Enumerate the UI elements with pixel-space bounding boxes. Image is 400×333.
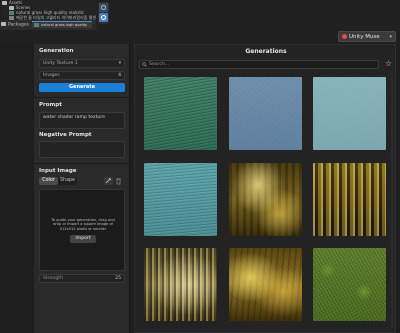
prompt-title: Prompt <box>39 102 62 108</box>
folder-icon <box>1 22 6 26</box>
selected-asset-tab[interactable]: natural grass high quality <box>32 21 92 28</box>
generations-title: Generations <box>245 48 287 55</box>
generation-tile-5[interactable] <box>229 163 302 236</box>
muse-label: Unity Muse <box>349 34 380 40</box>
muse-logo-icon <box>342 34 347 39</box>
move-icon <box>101 15 106 20</box>
divider <box>34 163 130 164</box>
images-count-field[interactable]: Images 4 <box>39 71 125 80</box>
generation-tile-6[interactable] <box>313 163 386 236</box>
generations-scrollbar[interactable] <box>391 73 393 328</box>
images-value: 4 <box>118 73 121 78</box>
folder-icon <box>2 1 7 5</box>
image-drop-zone[interactable]: To guide your generation, drag and drop … <box>39 189 125 271</box>
paint-icon[interactable] <box>104 177 113 185</box>
generation-title: Generation <box>39 48 74 54</box>
generation-tile-3[interactable] <box>313 77 386 150</box>
favorites-star-icon[interactable]: ☆ <box>384 59 393 68</box>
chevron-down-icon: ▾ <box>389 34 392 40</box>
generation-tile-7[interactable] <box>144 248 217 321</box>
generation-tile-8[interactable] <box>229 248 302 321</box>
tab-shape[interactable]: Shape <box>58 177 77 185</box>
generation-tile-1[interactable] <box>144 77 217 150</box>
model-value: Unity Texture 1 <box>43 61 78 66</box>
images-label: Images <box>43 73 60 78</box>
drop-hint: To guide your generation, drag and drop … <box>51 218 115 231</box>
divider <box>34 97 130 98</box>
search-input[interactable]: Search... <box>139 60 379 69</box>
generation-tile-2[interactable] <box>229 77 302 150</box>
generation-tile-9[interactable] <box>313 248 386 321</box>
import-button[interactable]: Import <box>70 235 96 243</box>
negative-prompt-input[interactable] <box>39 141 125 158</box>
generations-panel: Generations Search... ☆ <box>134 44 396 333</box>
model-select[interactable]: Unity Texture 1 ▾ <box>39 59 125 68</box>
delete-icon[interactable] <box>114 177 123 185</box>
packages-folder[interactable]: Packages <box>1 22 29 28</box>
scene-toolbar <box>98 2 109 24</box>
view-tool-button[interactable] <box>99 3 108 12</box>
input-image-tabs: Color Shape <box>39 177 77 185</box>
prompt-input[interactable]: water shader ramp texture <box>39 112 125 129</box>
generation-settings-panel: Generation Unity Texture 1 ▾ Images 4 Ge… <box>34 44 130 333</box>
tab-color[interactable]: Color <box>39 177 58 185</box>
generate-button[interactable]: Generate <box>39 83 125 92</box>
chevron-down-icon: ▾ <box>118 61 121 66</box>
strength-label: Strength <box>43 276 63 281</box>
unity-muse-dropdown[interactable]: Unity Muse ▾ <box>338 31 396 42</box>
input-image-title: Input Image <box>39 168 77 174</box>
negative-prompt-title: Negative Prompt <box>39 132 92 138</box>
move-tool-button[interactable] <box>99 13 108 22</box>
gizmo-icon <box>101 5 106 10</box>
strength-slider[interactable]: Strength 25 <box>39 274 125 283</box>
texture-icon <box>34 23 39 27</box>
search-icon <box>142 62 147 67</box>
generation-tile-4[interactable] <box>144 163 217 236</box>
strength-value: 25 <box>115 276 121 281</box>
